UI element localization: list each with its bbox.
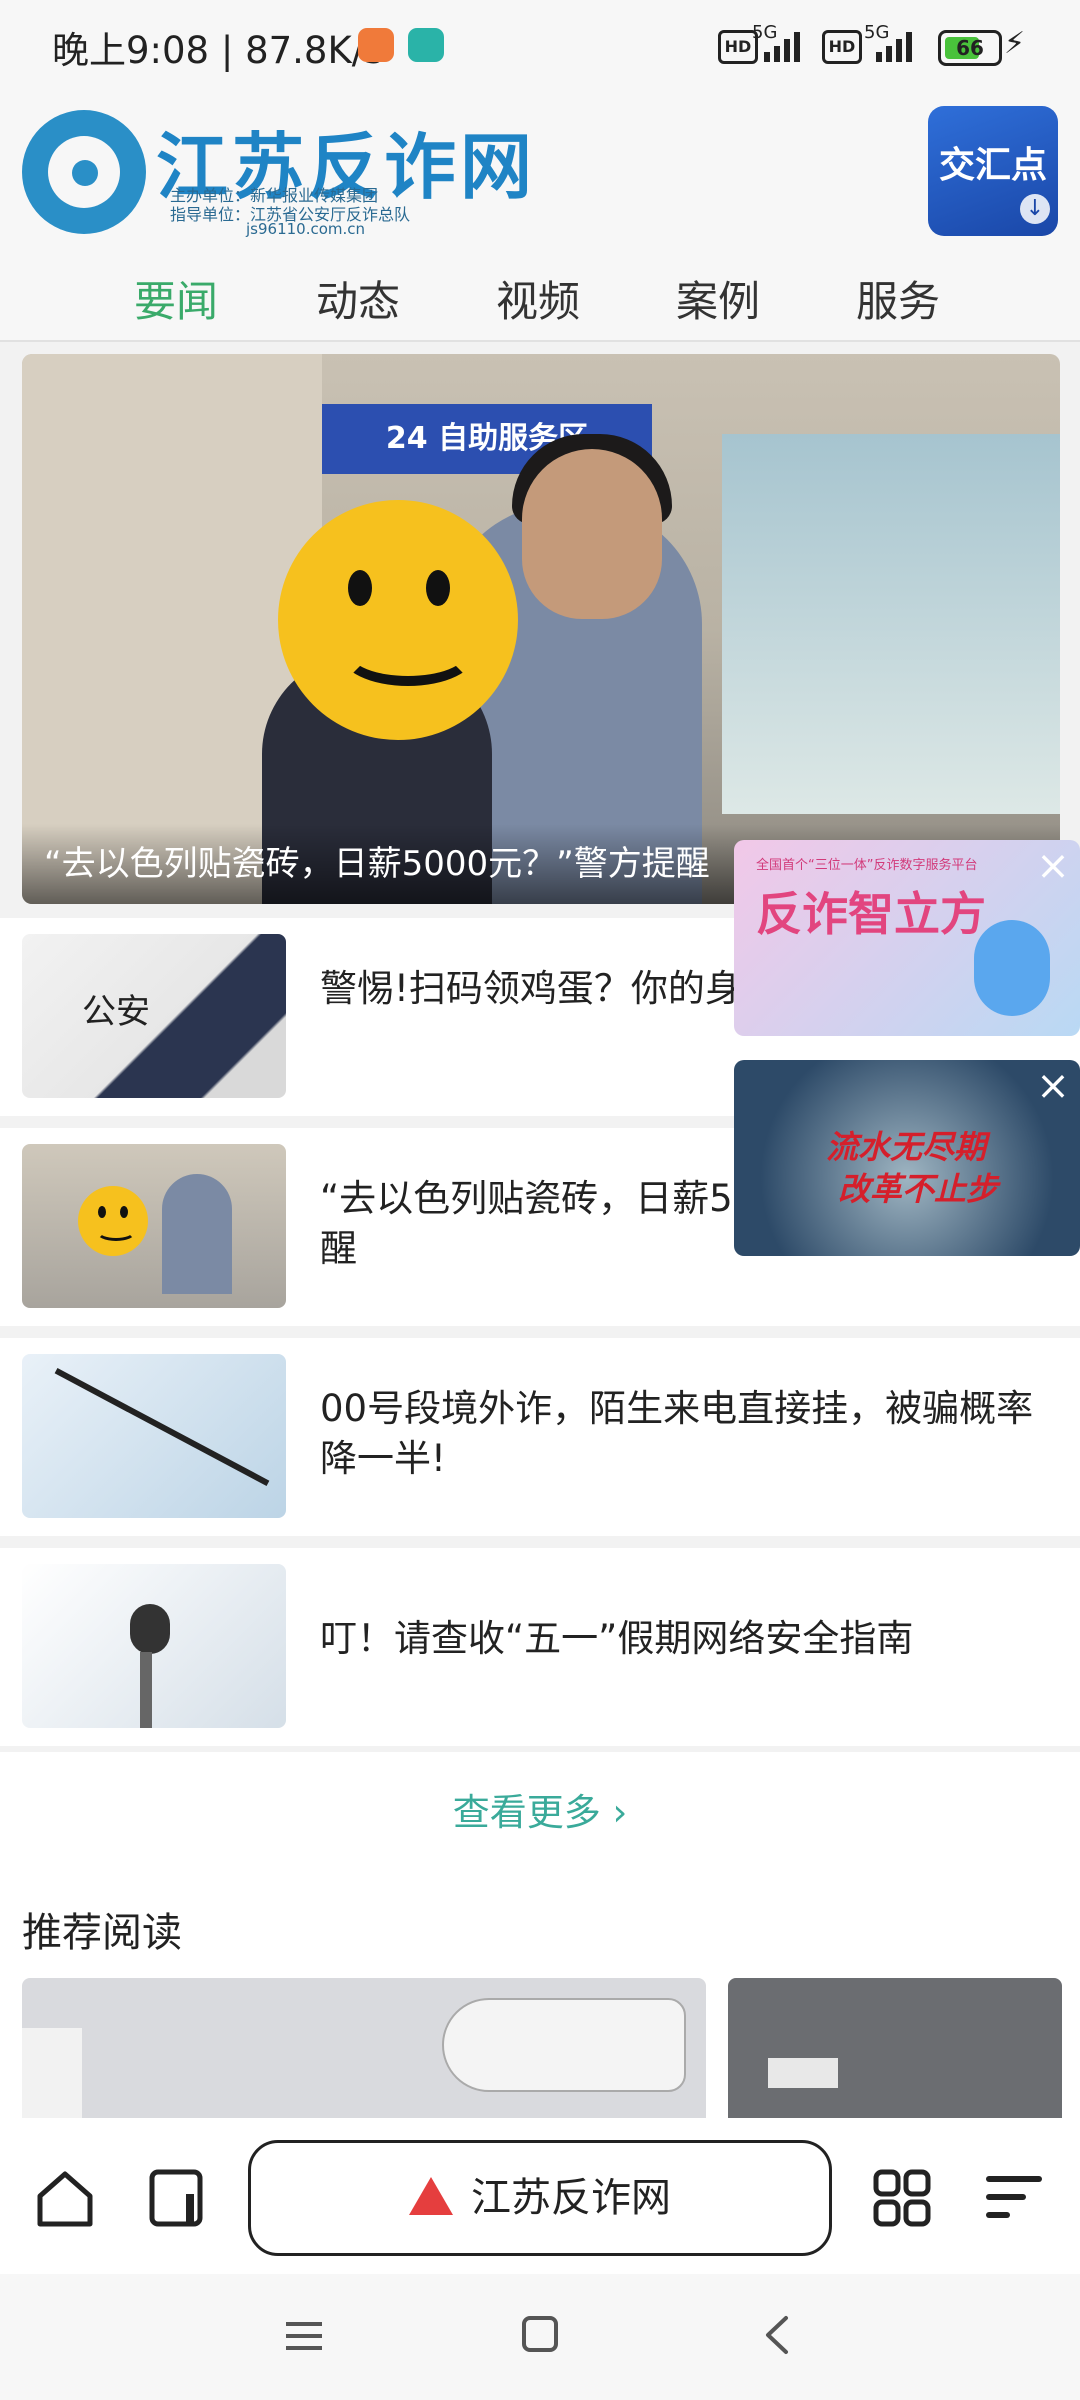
smiley-face-icon: [278, 500, 518, 740]
signal-icon: [764, 32, 800, 62]
recent-apps-icon[interactable]: [284, 2316, 324, 2356]
close-icon[interactable]: ×: [1032, 846, 1074, 888]
mascot-icon: [974, 920, 1050, 1016]
hero-caption: “去以色列贴瓷砖，日薪5000元？”警方提醒: [44, 844, 710, 884]
tab-updates[interactable]: 动态: [316, 268, 400, 329]
tab-videos[interactable]: 视频: [496, 268, 580, 329]
hd-icon: HD: [822, 30, 862, 64]
ad-subtitle: 改革不止步: [838, 1170, 999, 1208]
menu-icon[interactable]: [982, 2168, 1046, 2228]
hero-banner[interactable]: 24 自助服务区 “去以色列贴瓷砖，日薪5000元？”警方提醒: [22, 354, 1060, 904]
ad-banner[interactable]: 流水无尽期 改革不止步 ×: [734, 1060, 1080, 1256]
news-title[interactable]: 00号段境外诈，陌生来电直接挂，被骗概率降一半!: [320, 1384, 1040, 1484]
site-url: js96110.com.cn: [246, 220, 366, 238]
divider: [0, 340, 1080, 342]
address-bar[interactable]: 江苏反诈网: [248, 2140, 832, 2295]
ad-banner[interactable]: 全国首个“三位一体”反诈数字服务平台 反诈智立方 ×: [734, 840, 1080, 1036]
news-thumbnail: [22, 1564, 286, 1728]
chevron-right-icon: ›: [600, 1791, 628, 1834]
warning-icon: [409, 2177, 453, 2295]
tab-cases[interactable]: 案例: [676, 268, 760, 329]
tabs-icon[interactable]: [146, 2166, 210, 2230]
boss-app-icon: [408, 28, 444, 62]
tab-headlines[interactable]: 要闻: [134, 268, 218, 329]
ad-title: 流水无尽期: [826, 1128, 987, 1166]
status-bar: 晚上9:08 | 87.8K/s HD 5G HD 5G 66 ⚡: [0, 0, 1080, 90]
recommended-item[interactable]: [22, 1978, 706, 2118]
smiley-face-icon: [78, 1186, 148, 1256]
news-thumbnail: [22, 1144, 286, 1308]
list-item[interactable]: 叮！请查收“五一”假期网络安全指南: [0, 1548, 1080, 1746]
jiaohuidian-app-button[interactable]: 交汇点 ↓: [928, 106, 1058, 236]
recommended-item[interactable]: [728, 1978, 1062, 2118]
back-icon[interactable]: [758, 2314, 798, 2356]
news-thumbnail: [22, 1354, 286, 1518]
address-text: 江苏反诈网: [471, 2175, 671, 2221]
list-item[interactable]: 00号段境外诈，陌生来电直接挂，被骗概率降一半!: [0, 1338, 1080, 1536]
battery-icon: 66: [938, 30, 1002, 66]
recommended-title: 推荐阅读: [22, 1910, 182, 1956]
system-home-icon[interactable]: [520, 2314, 560, 2354]
ad-title: 反诈智立方: [756, 887, 986, 941]
download-icon: ↓: [1020, 194, 1050, 224]
shopping-app-icon: [358, 28, 394, 62]
signal-icon: [876, 32, 912, 62]
close-icon[interactable]: ×: [1032, 1066, 1074, 1108]
news-thumbnail: 公安: [22, 934, 286, 1098]
view-more-link[interactable]: 查看更多 ›: [0, 1782, 1080, 1836]
home-icon[interactable]: [34, 2168, 96, 2230]
status-time: 晚上9:08 | 87.8K/s: [52, 29, 384, 72]
apps-grid-icon[interactable]: [870, 2166, 934, 2230]
news-title[interactable]: 叮！请查收“五一”假期网络安全指南: [320, 1614, 1040, 1664]
tab-services[interactable]: 服务: [856, 268, 940, 329]
charging-icon: ⚡: [1004, 26, 1026, 61]
